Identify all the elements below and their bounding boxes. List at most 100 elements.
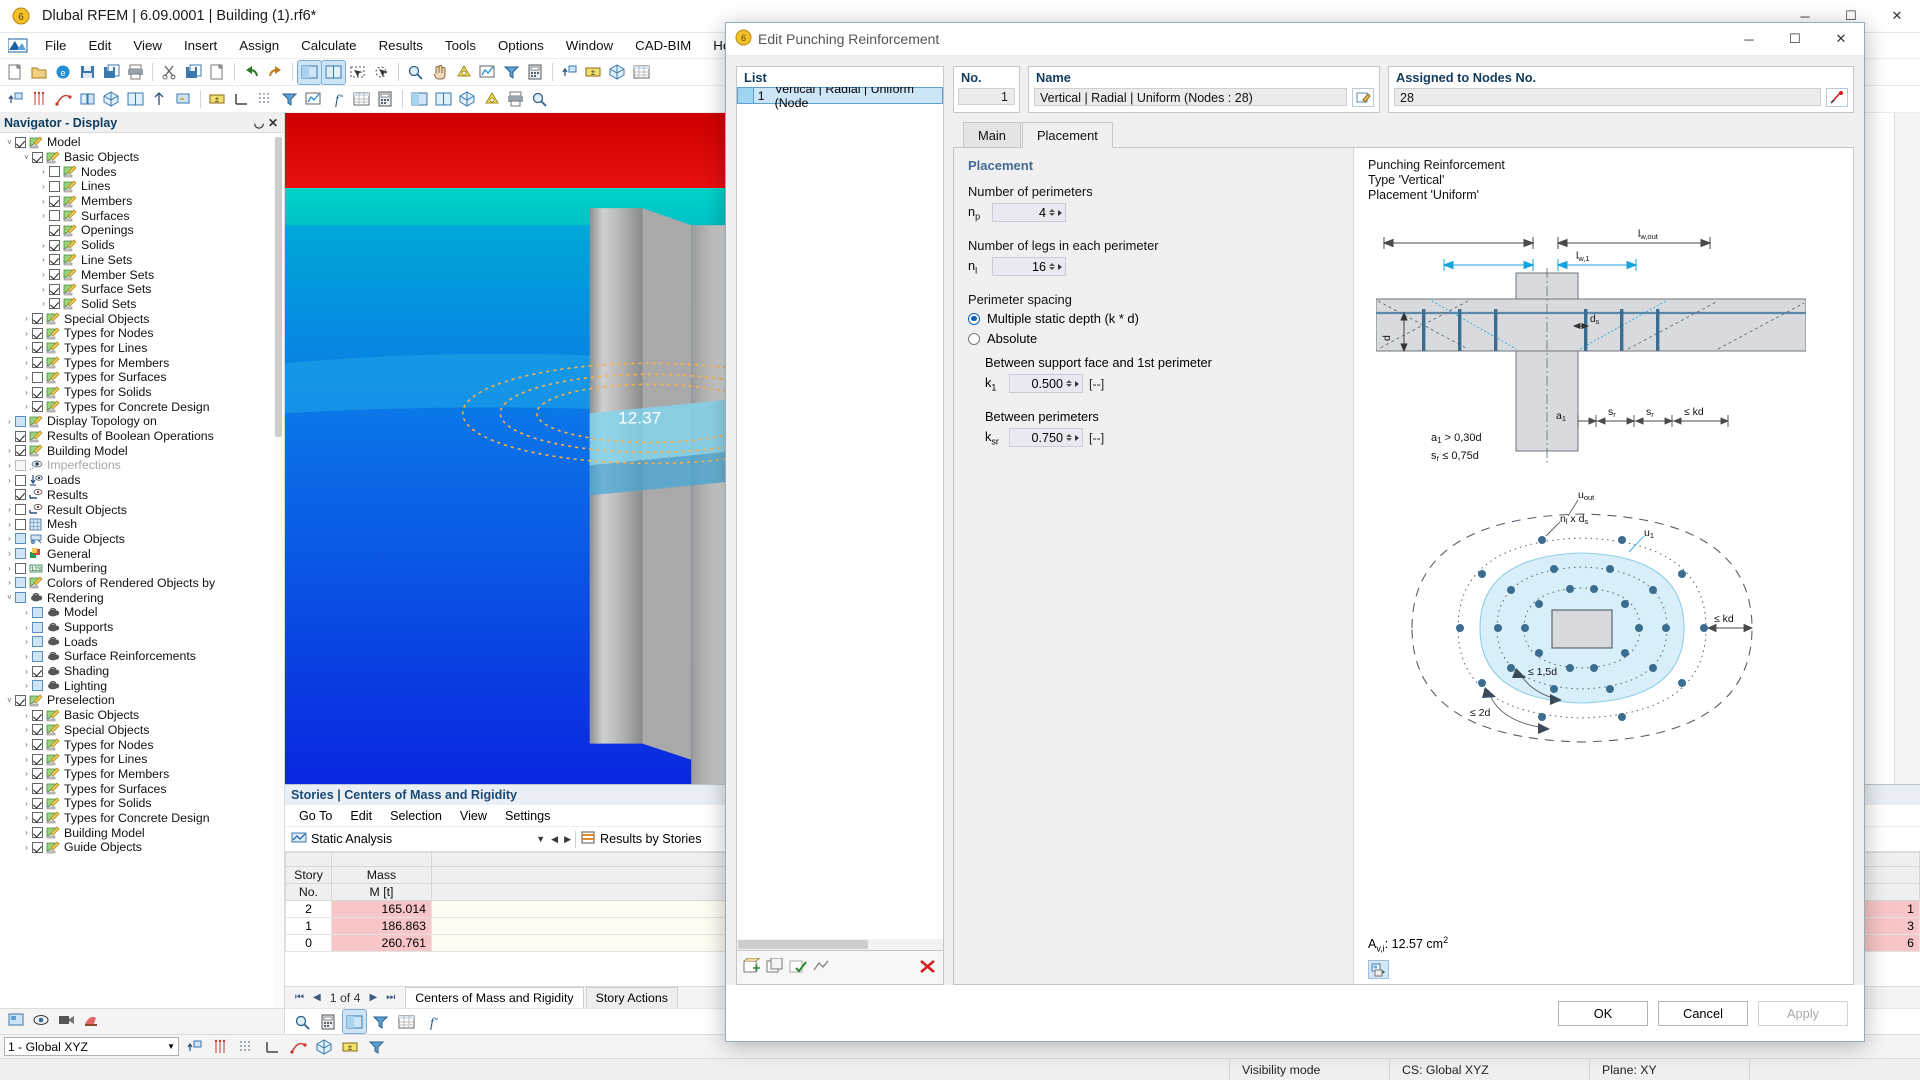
tree-item-surfaces[interactable]: › Surfaces (0, 208, 284, 223)
tree-item-loads[interactable]: › Loads (0, 634, 284, 649)
tree-item-types-for-nodes[interactable]: › Types for Nodes (0, 326, 284, 341)
tree-item-basic-objects[interactable]: › Basic Objects (0, 708, 284, 723)
tree-item-types-for-concrete-design[interactable]: › Types for Concrete Design (0, 399, 284, 414)
tree-item-guide-objects[interactable]: › Guide Objects (0, 840, 284, 855)
tree-item-supports[interactable]: › Supports (0, 620, 284, 635)
list-scroll-thumb[interactable] (738, 940, 868, 949)
radio-multiple-static-depth[interactable]: Multiple static depth (k * d) (968, 311, 1339, 326)
add-node-icon[interactable] (4, 88, 27, 111)
next-icon[interactable]: ▶ (564, 834, 571, 845)
tree-item-types-for-members[interactable]: › Types for Members (0, 767, 284, 782)
save-all-icon[interactable] (100, 61, 123, 84)
np-spin-arrows[interactable] (1049, 209, 1055, 216)
tree-checkbox[interactable] (32, 636, 43, 648)
tree-item-line-sets[interactable]: › Line Sets (0, 253, 284, 268)
zoom2-icon[interactable] (528, 88, 551, 111)
tree-checkbox[interactable] (15, 592, 26, 604)
settings-item-icon[interactable] (812, 958, 831, 978)
list-item[interactable]: 1 Vertical | Radial | Uniform (Node (737, 87, 943, 110)
tree-twisty-icon[interactable]: ˅ (4, 138, 15, 147)
tree-twisty-icon[interactable]: › (21, 314, 32, 323)
pick-node-icon[interactable] (1826, 88, 1848, 107)
tree-twisty-icon[interactable]: › (38, 241, 49, 250)
table2-icon[interactable] (350, 88, 373, 111)
nl-more-icon[interactable] (1058, 263, 1062, 270)
np-stepper[interactable]: 4 (992, 203, 1066, 222)
tree-checkbox[interactable] (32, 812, 43, 824)
tree-twisty-icon[interactable]: › (4, 578, 15, 587)
tree-checkbox[interactable] (32, 768, 43, 780)
table-export-icon[interactable] (395, 1010, 418, 1033)
cube-view-icon[interactable] (606, 61, 629, 84)
tree-checkbox[interactable] (49, 254, 60, 266)
next-page-icon[interactable]: ▶ (369, 992, 377, 1003)
table-search-icon[interactable] (291, 1010, 314, 1033)
menu-window[interactable]: Window (555, 35, 624, 56)
tree-checkbox[interactable] (15, 459, 26, 471)
view-iso-icon[interactable] (456, 88, 479, 111)
tree-item-types-for-concrete-design[interactable]: › Types for Concrete Design (0, 811, 284, 826)
filter-icon[interactable] (500, 61, 523, 84)
check-item-icon[interactable] (789, 958, 808, 978)
tree-twisty-icon[interactable]: › (21, 637, 32, 646)
tree-twisty-icon[interactable]: › (38, 167, 49, 176)
tree-twisty-icon[interactable]: › (38, 182, 49, 191)
first-page-icon[interactable]: ⏮ (295, 992, 304, 1003)
tree-item-types-for-surfaces[interactable]: › Types for Surfaces (0, 781, 284, 796)
menu-edit[interactable]: Edit (77, 35, 122, 56)
tree-checkbox[interactable] (15, 474, 26, 486)
cancel-button[interactable]: Cancel (1658, 1000, 1748, 1026)
tree-checkbox[interactable] (49, 166, 60, 178)
menu-cad-bim[interactable]: CAD-BIM (624, 35, 702, 56)
table-color-icon[interactable] (342, 1009, 367, 1034)
prev-page-icon[interactable]: ◀ (313, 992, 321, 1003)
table-icon[interactable] (630, 61, 653, 84)
tree-item-numbering[interactable]: › 123 Numbering (0, 561, 284, 576)
tree-checkbox[interactable] (15, 518, 26, 530)
radio-absolute-indicator[interactable] (968, 332, 980, 345)
render-solid-icon[interactable] (297, 59, 322, 85)
tree-item-shading[interactable]: › Shading (0, 664, 284, 679)
lighting-icon[interactable] (452, 61, 475, 84)
stories-menu-view[interactable]: View (452, 807, 495, 825)
chevron-down-icon[interactable]: ▼ (167, 1042, 175, 1051)
tree-item-types-for-lines[interactable]: › Types for Lines (0, 341, 284, 356)
tree-twisty-icon[interactable]: › (38, 197, 49, 206)
tree-item-rendering[interactable]: ˅ Rendering (0, 590, 284, 605)
nl-spin-arrows[interactable] (1049, 263, 1055, 270)
assigned-input[interactable]: 28 (1394, 88, 1821, 106)
chart2-icon[interactable] (302, 88, 325, 111)
tree-item-special-objects[interactable]: › Special Objects (0, 311, 284, 326)
render-mode-icon[interactable] (480, 88, 503, 111)
add-support-icon[interactable] (148, 88, 171, 111)
chevron-down-icon[interactable]: ▼ (536, 834, 545, 844)
tree-checkbox[interactable] (15, 415, 26, 427)
tree-twisty-icon[interactable]: ˅ (4, 696, 15, 705)
tree-item-result-objects[interactable]: › Result Objects (0, 502, 284, 517)
tree-item-preselection[interactable]: ˅ Preselection (0, 693, 284, 708)
tree-item-colors-of-rendered-objects-by[interactable]: › Colors of Rendered Objects by (0, 576, 284, 591)
name-edit-icon[interactable] (1352, 88, 1374, 107)
tree-checkbox[interactable] (32, 357, 43, 369)
tree-item-types-for-solids[interactable]: › Types for Solids (0, 796, 284, 811)
ok-button[interactable]: OK (1558, 1000, 1648, 1026)
nl-stepper[interactable]: 16 (992, 257, 1066, 276)
add-surface-icon[interactable] (76, 88, 99, 111)
tree-item-member-sets[interactable]: › Member Sets (0, 267, 284, 282)
add-load-icon[interactable] (172, 88, 195, 111)
tree-twisty-icon[interactable]: › (21, 652, 32, 661)
navigator-restore-icon[interactable]: ◡ (252, 116, 266, 130)
tab-main[interactable]: Main (963, 122, 1021, 147)
delete-item-icon[interactable] (918, 958, 937, 978)
chart-icon[interactable] (476, 61, 499, 84)
navigator-tab-views-icon[interactable] (33, 1012, 50, 1031)
tree-checkbox[interactable] (32, 797, 43, 809)
tree-item-types-for-solids[interactable]: › Types for Solids (0, 385, 284, 400)
tree-twisty-icon[interactable]: › (21, 769, 32, 778)
dialog-close-button[interactable]: ✕ (1818, 23, 1864, 56)
k1-spin-arrows[interactable] (1066, 380, 1072, 387)
np-more-icon[interactable] (1058, 209, 1062, 216)
tree-item-imperfections[interactable]: › Imperfections (0, 458, 284, 473)
tree-item-solids[interactable]: › Solids (0, 238, 284, 253)
tree-checkbox[interactable] (15, 562, 26, 574)
